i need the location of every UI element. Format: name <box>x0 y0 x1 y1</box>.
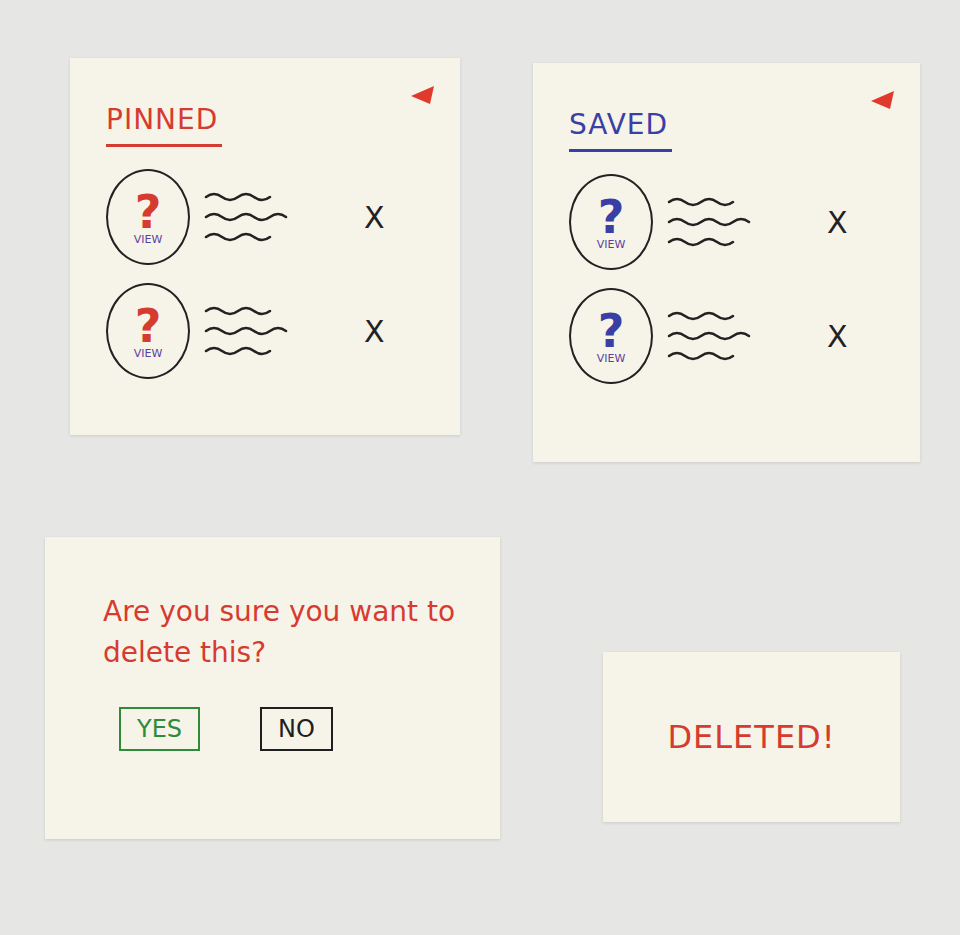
view-label: VIEW <box>134 233 163 246</box>
view-label: VIEW <box>597 238 626 251</box>
question-icon: ? <box>598 308 625 354</box>
question-icon: ? <box>598 194 625 240</box>
toast-text: DELETED! <box>667 718 835 756</box>
view-button[interactable]: ? VIEW <box>106 169 190 265</box>
list-item: ? VIEW X <box>569 174 890 270</box>
list-note: SAVED ? VIEW X? VIEW X <box>533 63 920 462</box>
text-lines-icon <box>202 187 302 247</box>
view-button[interactable]: ? VIEW <box>106 283 190 379</box>
view-button[interactable]: ? VIEW <box>569 174 653 270</box>
confirm-dialog: Are you sure you want to delete this? YE… <box>45 537 500 839</box>
dialog-button[interactable]: YES <box>119 707 200 751</box>
view-label: VIEW <box>597 352 626 365</box>
list-item: ? VIEW X <box>106 169 430 265</box>
remove-button[interactable]: X <box>364 200 385 235</box>
view-button[interactable]: ? VIEW <box>569 288 653 384</box>
list-title: SAVED <box>569 108 672 152</box>
list-item: ? VIEW X <box>106 283 430 379</box>
paper-prototype-wall: PINNED ? VIEW X? VIEW X SAVED ? VIEW X? … <box>0 0 960 935</box>
question-icon: ? <box>135 303 162 349</box>
list-note: PINNED ? VIEW X? VIEW X <box>70 58 460 435</box>
deleted-toast: DELETED! <box>603 652 900 822</box>
view-label: VIEW <box>134 347 163 360</box>
remove-button[interactable]: X <box>827 319 848 354</box>
dialog-message: Are you sure you want to delete this? <box>103 592 470 673</box>
question-icon: ? <box>135 189 162 235</box>
text-lines-icon <box>202 301 302 361</box>
text-lines-icon <box>665 192 765 252</box>
flag-icon <box>868 89 898 111</box>
dialog-button[interactable]: NO <box>260 707 333 751</box>
list-title: PINNED <box>106 103 222 147</box>
flag-icon <box>408 84 438 106</box>
text-lines-icon <box>665 306 765 366</box>
list-item: ? VIEW X <box>569 288 890 384</box>
remove-button[interactable]: X <box>827 205 848 240</box>
remove-button[interactable]: X <box>364 314 385 349</box>
